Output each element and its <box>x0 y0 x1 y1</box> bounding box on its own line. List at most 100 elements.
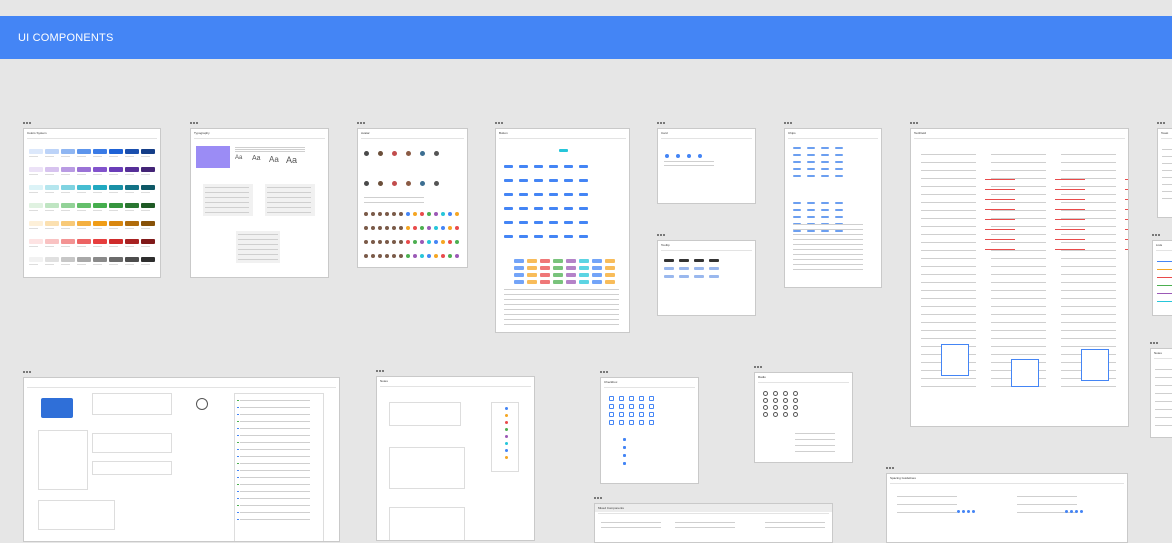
chip-sample[interactable] <box>821 202 829 204</box>
sample-button[interactable] <box>564 207 573 210</box>
chip-sample[interactable] <box>793 147 801 149</box>
color-button[interactable] <box>540 280 550 284</box>
color-button[interactable] <box>566 273 576 277</box>
color-button[interactable] <box>527 266 537 270</box>
chip-sample[interactable] <box>835 175 843 177</box>
checkbox-checked[interactable] <box>623 438 626 441</box>
checkbox-sample[interactable] <box>649 396 654 401</box>
button-menu-icon[interactable] <box>495 122 505 126</box>
radio-sample[interactable] <box>783 405 788 410</box>
color-button[interactable] <box>553 259 563 263</box>
color-button[interactable] <box>605 266 615 270</box>
lists-menu-icon[interactable] <box>1152 234 1162 238</box>
sample-button[interactable] <box>504 207 513 210</box>
checkbox-checked[interactable] <box>623 446 626 449</box>
checkbox-sample[interactable] <box>619 396 624 401</box>
lists-frame[interactable]: Lists <box>1152 240 1172 316</box>
radio-sample[interactable] <box>793 412 798 417</box>
checkbox-menu-icon[interactable] <box>600 371 610 375</box>
avatar-frame[interactable]: Avatar <box>357 128 468 268</box>
radio-sample[interactable] <box>773 398 778 403</box>
color-button[interactable] <box>553 280 563 284</box>
checkbox-sample[interactable] <box>619 420 624 425</box>
sample-button[interactable] <box>534 193 543 196</box>
color-button[interactable] <box>553 273 563 277</box>
dropdown-menu-3[interactable] <box>1081 349 1109 381</box>
chip-sample[interactable] <box>807 168 815 170</box>
checkbox-sample[interactable] <box>609 396 614 401</box>
checkbox-sample[interactable] <box>649 404 654 409</box>
checkbox-sample[interactable] <box>649 420 654 425</box>
chip-sample[interactable] <box>835 168 843 170</box>
radio-sample[interactable] <box>763 391 768 396</box>
checkbox-checked[interactable] <box>623 454 626 457</box>
radio-sample[interactable] <box>773 412 778 417</box>
radio-menu-icon[interactable] <box>754 366 764 370</box>
sample-button[interactable] <box>504 221 513 224</box>
notes-frame[interactable]: Notes <box>376 376 535 541</box>
radio-sample[interactable] <box>773 405 778 410</box>
color-button[interactable] <box>605 273 615 277</box>
dropdown-menu-2[interactable] <box>1011 359 1039 387</box>
sample-button[interactable] <box>519 207 528 210</box>
color-button[interactable] <box>514 273 524 277</box>
chip-sample[interactable] <box>807 209 815 211</box>
tooltip-menu-icon[interactable] <box>657 234 667 238</box>
sample-button[interactable] <box>534 207 543 210</box>
radio-frame[interactable]: Radio <box>754 372 853 463</box>
radio-sample[interactable] <box>763 412 768 417</box>
checkbox-sample[interactable] <box>609 404 614 409</box>
textfield-menu-icon[interactable] <box>910 122 920 126</box>
chip-sample[interactable] <box>807 161 815 163</box>
radio-sample[interactable] <box>783 391 788 396</box>
sample-button[interactable] <box>579 235 588 238</box>
chip-sample[interactable] <box>793 161 801 163</box>
mixed-components-frame[interactable]: Mixed Components <box>594 503 833 543</box>
chip-sample[interactable] <box>793 175 801 177</box>
checkbox-checked[interactable] <box>623 462 626 465</box>
radio-sample[interactable] <box>783 412 788 417</box>
chip-sample[interactable] <box>807 216 815 218</box>
checkbox-sample[interactable] <box>609 412 614 417</box>
color-button[interactable] <box>566 259 576 263</box>
chip-sample[interactable] <box>807 175 815 177</box>
chip-sample[interactable] <box>821 175 829 177</box>
chip-sample[interactable] <box>793 202 801 204</box>
radio-sample[interactable] <box>793 405 798 410</box>
mixed-components-menu-icon[interactable] <box>594 497 604 501</box>
radio-sample[interactable] <box>773 391 778 396</box>
notes-menu-icon[interactable] <box>376 370 386 374</box>
chip-sample[interactable] <box>835 216 843 218</box>
color-button[interactable] <box>566 266 576 270</box>
chip-sample[interactable] <box>821 216 829 218</box>
chip-sample[interactable] <box>793 216 801 218</box>
misc-menu-icon[interactable] <box>23 371 33 375</box>
sample-button[interactable] <box>504 165 513 168</box>
color-button[interactable] <box>540 259 550 263</box>
chip-sample[interactable] <box>835 161 843 163</box>
sample-button[interactable] <box>549 207 558 210</box>
spacing-guidelines-frame[interactable]: Spacing Guidelines <box>886 473 1128 543</box>
sample-button[interactable] <box>579 207 588 210</box>
toast-menu-icon[interactable] <box>1157 122 1167 126</box>
sample-button[interactable] <box>549 235 558 238</box>
sample-button[interactable] <box>549 193 558 196</box>
chip-sample[interactable] <box>835 230 843 232</box>
sample-button[interactable] <box>519 165 528 168</box>
color-button[interactable] <box>514 259 524 263</box>
sample-button[interactable] <box>579 221 588 224</box>
checkbox-frame[interactable]: Checkbox <box>600 377 699 484</box>
color-button[interactable] <box>514 280 524 284</box>
color-button[interactable] <box>592 266 602 270</box>
checkbox-sample[interactable] <box>639 396 644 401</box>
radio-sample[interactable] <box>783 398 788 403</box>
chip-sample[interactable] <box>835 202 843 204</box>
sample-button[interactable] <box>579 165 588 168</box>
checkbox-sample[interactable] <box>609 420 614 425</box>
color-button[interactable] <box>553 266 563 270</box>
chip-sample[interactable] <box>807 202 815 204</box>
sample-button[interactable] <box>564 165 573 168</box>
radio-sample[interactable] <box>763 398 768 403</box>
sample-button[interactable] <box>564 179 573 182</box>
sample-button[interactable] <box>564 235 573 238</box>
